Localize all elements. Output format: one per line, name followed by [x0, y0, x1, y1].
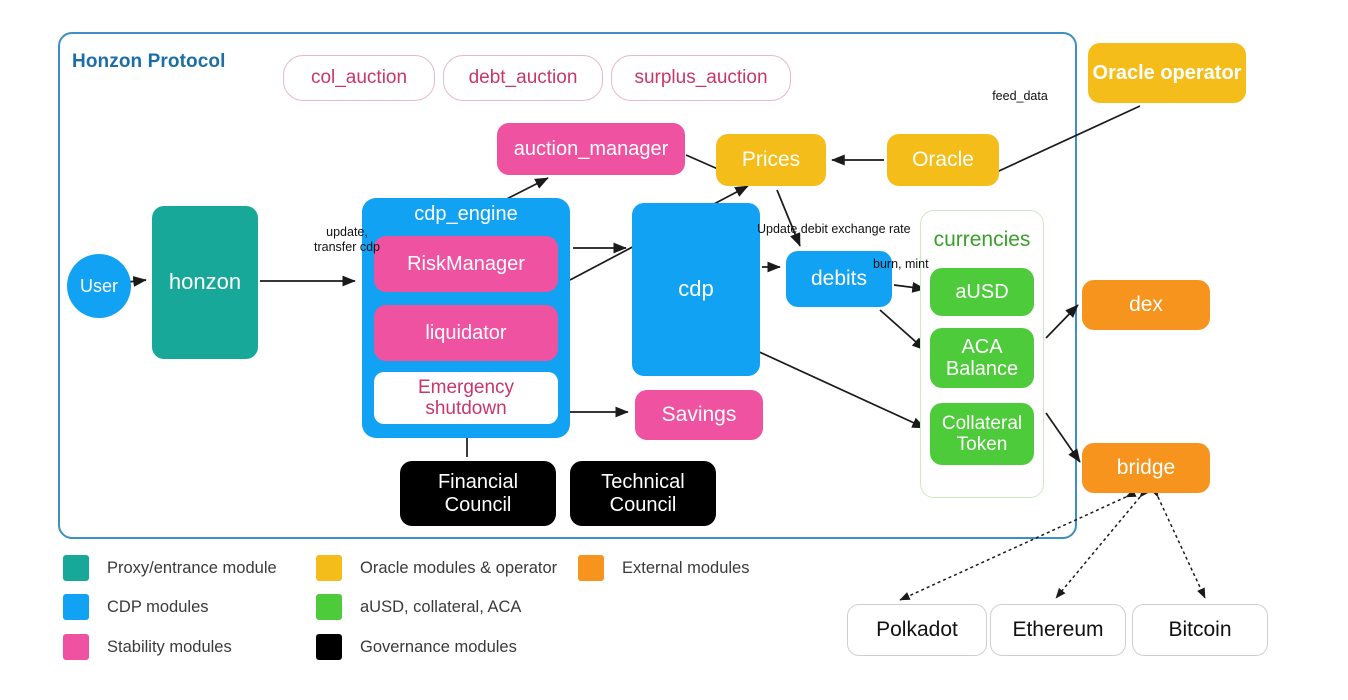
node-aca-balance[interactable]: ACA Balance	[930, 328, 1034, 388]
pill-surplus-auction[interactable]: surplus_auction	[611, 55, 791, 101]
edge-label-update-transfer-cdp: update, transfer cdp	[313, 225, 380, 254]
legend-item-0: Proxy/entrance module	[63, 555, 277, 581]
legend-swatch-5	[316, 634, 342, 660]
node-user[interactable]: User	[67, 254, 131, 318]
legend-label-0: Proxy/entrance module	[107, 558, 277, 577]
node-financial-council[interactable]: Financial Council	[400, 461, 556, 526]
legend-swatch-6	[578, 555, 604, 581]
node-prices[interactable]: Prices	[716, 134, 826, 186]
node-technical-council[interactable]: Technical Council	[570, 461, 716, 526]
legend-item-2: Stability modules	[63, 634, 232, 660]
legend-item-6: External modules	[578, 555, 749, 581]
legend-label-5: Governance modules	[360, 637, 517, 656]
honzon-protocol-title: Honzon Protocol	[72, 51, 226, 72]
legend-label-1: CDP modules	[107, 597, 209, 616]
legend-item-4: aUSD, collateral, ACA	[316, 594, 521, 620]
legend-label-4: aUSD, collateral, ACA	[360, 597, 522, 616]
diagram-canvas: Honzon Protocol col_auction debt_auction…	[0, 0, 1348, 700]
edge-label-feed-data: feed_data	[992, 89, 1048, 103]
node-collateral-token[interactable]: Collateral Token	[930, 403, 1034, 465]
node-liquidator[interactable]: liquidator	[374, 305, 558, 361]
legend-item-5: Governance modules	[316, 634, 517, 660]
legend-swatch-1	[63, 594, 89, 620]
legend-swatch-0	[63, 555, 89, 581]
legend-swatch-4	[316, 594, 342, 620]
legend-item-1: CDP modules	[63, 594, 209, 620]
node-emergency-shutdown[interactable]: Emergency shutdown	[374, 372, 558, 424]
node-dex[interactable]: dex	[1082, 280, 1210, 330]
node-cdp[interactable]: cdp	[632, 203, 760, 376]
node-oracle-operator[interactable]: Oracle operator	[1088, 43, 1246, 103]
legend-label-3: Oracle modules & operator	[360, 558, 558, 577]
node-honzon[interactable]: honzon	[152, 206, 258, 359]
node-bitcoin[interactable]: Bitcoin	[1132, 604, 1268, 656]
node-polkadot[interactable]: Polkadot	[847, 604, 987, 656]
node-bridge[interactable]: bridge	[1082, 443, 1210, 493]
legend-swatch-2	[63, 634, 89, 660]
node-auction-manager[interactable]: auction_manager	[497, 123, 685, 175]
node-savings[interactable]: Savings	[635, 390, 763, 440]
edge-label-update-debit-exchange-rate: Update debit exchange rate	[757, 222, 911, 236]
node-oracle[interactable]: Oracle	[887, 134, 999, 186]
legend-label-2: Stability modules	[107, 637, 232, 656]
legend-swatch-3	[316, 555, 342, 581]
node-ethereum[interactable]: Ethereum	[990, 604, 1126, 656]
edge-label-burn-mint: burn, mint	[873, 257, 929, 271]
legend-item-3: Oracle modules & operator	[316, 555, 557, 581]
pill-col-auction[interactable]: col_auction	[283, 55, 435, 101]
node-cdp-engine-label: cdp_engine	[414, 203, 518, 225]
legend-label-6: External modules	[622, 558, 750, 577]
node-ausd[interactable]: aUSD	[930, 268, 1034, 316]
pill-debt-auction[interactable]: debt_auction	[443, 55, 603, 101]
